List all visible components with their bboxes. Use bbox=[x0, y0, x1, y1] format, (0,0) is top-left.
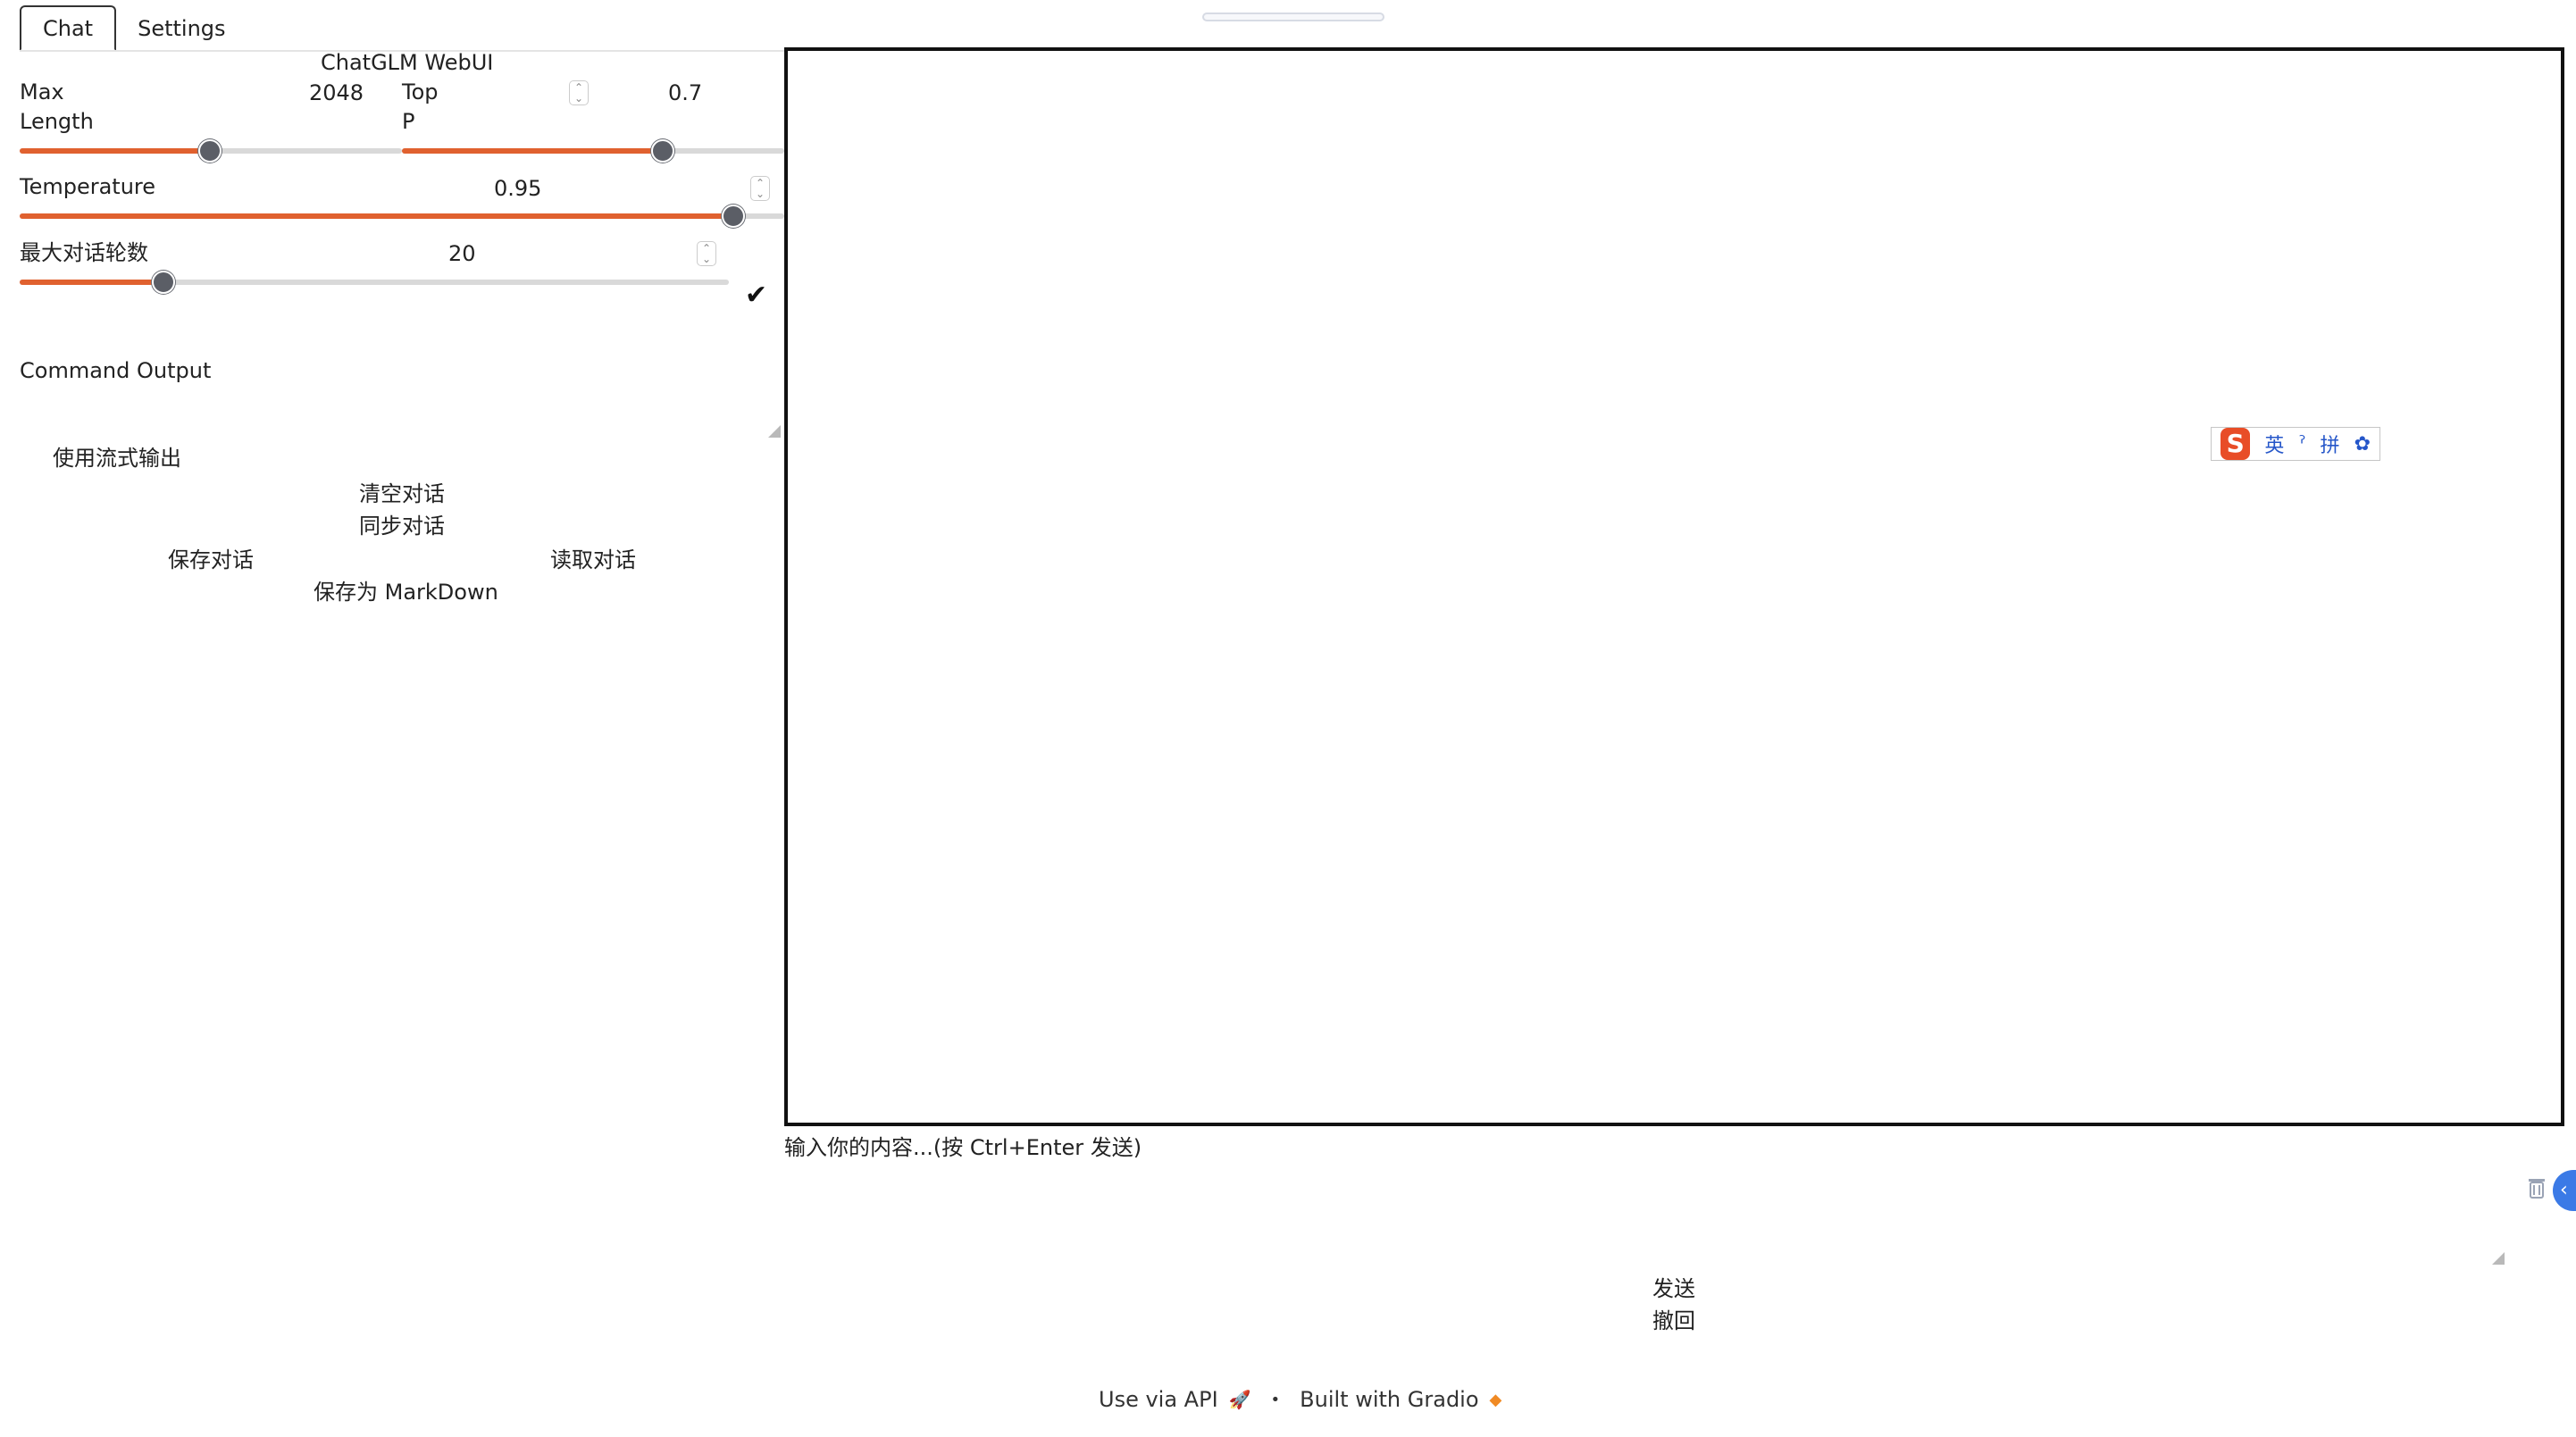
max-length-value[interactable]: 2048 bbox=[309, 80, 364, 105]
sync-chat-button[interactable]: 同步对话 bbox=[359, 508, 445, 539]
gradio-logo-icon: ◆ bbox=[1489, 1390, 1502, 1409]
top-p-slider-thumb[interactable] bbox=[651, 139, 674, 163]
save-chat-button[interactable]: 保存对话 bbox=[168, 542, 254, 573]
top-p-label-1: Top bbox=[402, 79, 439, 104]
max-rounds-stepper[interactable]: ⌃ ⌄ bbox=[697, 241, 716, 266]
api-link[interactable]: Use via API bbox=[1099, 1387, 1218, 1412]
top-p-value[interactable]: 0.7 bbox=[668, 80, 702, 105]
save-markdown-button[interactable]: 保存为 MarkDown bbox=[314, 574, 498, 606]
rocket-icon: 🚀 bbox=[1228, 1389, 1251, 1410]
clear-chat-button[interactable]: 清空对话 bbox=[359, 476, 445, 507]
footer: Use via API 🚀 • Built with Gradio ◆ bbox=[1099, 1387, 1501, 1412]
checkmark-icon[interactable]: ✔ bbox=[745, 280, 767, 311]
max-rounds-slider-thumb[interactable] bbox=[152, 271, 175, 294]
undo-button[interactable]: 撤回 bbox=[1652, 1303, 1695, 1334]
command-output-label: Command Output bbox=[20, 358, 212, 383]
load-chat-button[interactable]: 读取对话 bbox=[550, 542, 636, 573]
temperature-value[interactable]: 0.95 bbox=[494, 176, 541, 201]
tab-settings[interactable]: Settings bbox=[116, 5, 247, 51]
footer-separator: • bbox=[1270, 1390, 1281, 1409]
top-p-label-2: P bbox=[402, 109, 415, 134]
stream-output-checkbox-label[interactable]: 使用流式输出 bbox=[53, 444, 181, 473]
message-input[interactable] bbox=[782, 1126, 2560, 1278]
ime-punctuation-icon[interactable]: ˀ bbox=[2298, 433, 2305, 455]
page-title: ChatGLM WebUI bbox=[321, 50, 494, 75]
tab-settings-label: Settings bbox=[138, 15, 226, 41]
sogou-logo-icon: S bbox=[2221, 428, 2251, 460]
temperature-slider-fill bbox=[20, 213, 734, 219]
built-with-gradio-link[interactable]: Built with Gradio bbox=[1300, 1387, 1478, 1412]
top-p-slider-fill bbox=[402, 148, 663, 154]
ime-mode[interactable]: 拼 bbox=[2321, 430, 2340, 458]
max-length-slider-thumb[interactable] bbox=[198, 139, 222, 163]
top-scroll-handle[interactable] bbox=[1202, 13, 1384, 21]
max-length-label-2: Length bbox=[20, 109, 94, 134]
max-rounds-label: 最大对话轮数 bbox=[20, 240, 148, 265]
chat-history-panel[interactable] bbox=[784, 47, 2564, 1126]
max-length-slider-fill bbox=[20, 148, 211, 154]
top-p-stepper[interactable]: ⌃ ⌄ bbox=[569, 80, 589, 105]
ime-toolbar[interactable]: S 英 ˀ 拼 ✿ bbox=[2211, 427, 2380, 461]
max-rounds-slider-fill bbox=[20, 280, 164, 285]
temperature-stepper[interactable]: ⌃ ⌄ bbox=[750, 176, 770, 201]
resize-handle-icon[interactable] bbox=[768, 425, 781, 438]
trash-icon[interactable] bbox=[2526, 1175, 2547, 1200]
temperature-slider-thumb[interactable] bbox=[722, 205, 745, 228]
max-rounds-value[interactable]: 20 bbox=[448, 241, 476, 266]
max-length-label-1: Max bbox=[20, 79, 64, 104]
tab-chat[interactable]: Chat bbox=[20, 5, 117, 51]
tab-bar: Chat Settings bbox=[20, 5, 247, 51]
input-resize-handle-icon[interactable] bbox=[2492, 1252, 2505, 1265]
ime-lang[interactable]: 英 bbox=[2264, 430, 2284, 458]
tab-chat-label: Chat bbox=[43, 15, 94, 41]
gear-icon[interactable]: ✿ bbox=[2354, 433, 2371, 455]
send-button[interactable]: 发送 bbox=[1652, 1271, 1695, 1302]
temperature-label: Temperature bbox=[20, 174, 156, 199]
